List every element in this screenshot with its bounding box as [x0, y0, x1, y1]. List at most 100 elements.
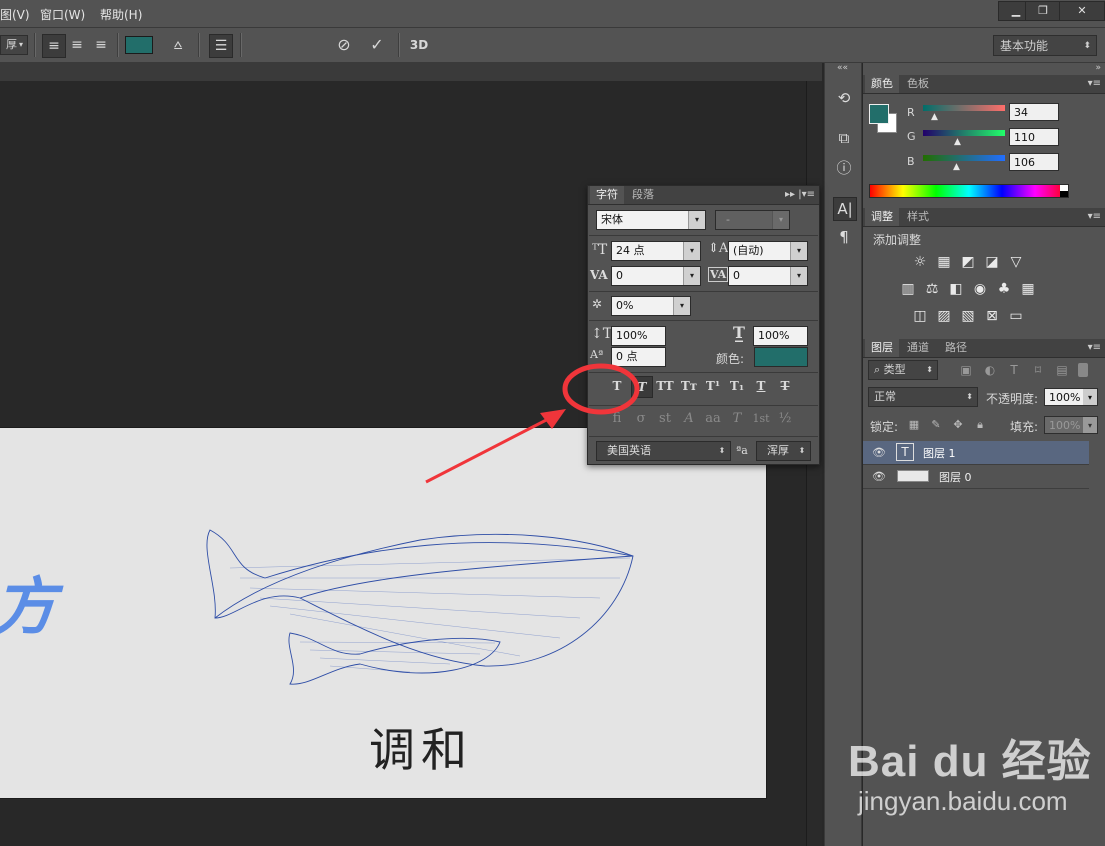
photo-filter-icon[interactable]: ◉ — [971, 280, 989, 298]
black-white-icon[interactable]: ◧ — [947, 280, 965, 298]
green-value-field[interactable]: 110 — [1009, 128, 1059, 146]
faux-bold-button[interactable]: T — [607, 376, 627, 396]
tab-paragraph[interactable]: 段落 — [626, 186, 660, 204]
stylistic-alternates-button[interactable]: st — [655, 409, 675, 429]
kerning-field[interactable]: 0 ▾ — [611, 266, 701, 286]
channel-mixer-icon[interactable]: ♣ — [995, 280, 1013, 298]
chevron-down-icon[interactable]: ▾ — [1083, 417, 1097, 433]
stylistic-set-button[interactable]: T — [727, 409, 747, 429]
history-icon[interactable]: ⟲ — [833, 87, 855, 109]
panel-menu-icon[interactable]: ▾≡ — [1088, 339, 1101, 357]
blue-value-field[interactable]: 106 — [1009, 153, 1059, 171]
swash-button[interactable]: A — [679, 409, 699, 429]
green-slider[interactable] — [923, 130, 1005, 136]
lock-move-icon[interactable]: ✥ — [949, 416, 967, 434]
menu-item-window[interactable]: 窗口(W) — [40, 6, 85, 23]
filter-toggle[interactable] — [1078, 363, 1088, 377]
threshold-icon[interactable]: ▧ — [959, 307, 977, 325]
vibrance-icon[interactable]: ▽ — [1007, 253, 1025, 271]
antialias-select[interactable]: 浑厚 ⬍ — [756, 441, 811, 461]
color-lookup-icon[interactable]: ▦ — [1019, 280, 1037, 298]
panel-menu-icon[interactable]: |▾≡ — [798, 186, 815, 204]
invert-icon[interactable]: ◫ — [911, 307, 929, 325]
small-caps-button[interactable]: Tт — [679, 376, 699, 396]
lock-brush-icon[interactable]: ✎ — [927, 416, 945, 434]
filter-adjust-icon[interactable]: ◐ — [981, 361, 999, 379]
expand-arrows-icon[interactable]: » — [1095, 63, 1101, 73]
align-left-icon[interactable]: ≡ — [42, 34, 66, 58]
brightness-icon[interactable]: ☼ — [911, 253, 929, 271]
exposure-icon[interactable]: ◪ — [983, 253, 1001, 271]
tab-layers[interactable]: 图层 — [865, 339, 899, 357]
restore-button[interactable]: ❐ — [1025, 1, 1061, 21]
toggle-character-panel-icon[interactable]: ☰ — [209, 34, 233, 58]
align-center-icon[interactable]: ≡ — [66, 34, 88, 56]
tab-paths[interactable]: 路径 — [939, 339, 973, 357]
blue-slider-thumb[interactable]: ▲ — [953, 162, 960, 172]
tracking-field[interactable]: 0 ▾ — [728, 266, 808, 286]
layer-row[interactable]: 👁︎ T 图层 1 — [863, 441, 1089, 465]
font-style-select[interactable]: 厚 ▾ — [0, 35, 28, 55]
layer-row[interactable]: 👁︎ 图层 0 — [863, 465, 1089, 489]
warp-text-icon[interactable]: ⩟ — [167, 34, 189, 56]
all-caps-button[interactable]: TT — [655, 376, 675, 396]
leading-field[interactable]: (自动) ▾ — [728, 241, 808, 261]
document-canvas[interactable]: 方 调和 — [0, 428, 766, 798]
selective-color-icon[interactable]: ⊠ — [983, 307, 1001, 325]
collapse-arrows-icon[interactable]: ▸▸ — [785, 186, 795, 204]
gradient-map-icon[interactable]: ▭ — [1007, 307, 1025, 325]
posterize-icon[interactable]: ▨ — [935, 307, 953, 325]
blend-mode-select[interactable]: 正常 ⬍ — [868, 387, 978, 407]
panel-menu-icon[interactable]: ▾≡ — [1088, 208, 1101, 226]
tsume-field[interactable]: 0% ▾ — [611, 296, 691, 316]
cancel-icon[interactable]: ⊘ — [333, 34, 355, 56]
close-button[interactable]: ✕ — [1059, 1, 1105, 21]
tab-channels[interactable]: 通道 — [901, 339, 935, 357]
tab-styles[interactable]: 样式 — [901, 208, 935, 226]
menu-item-view[interactable]: 图(V) — [0, 6, 30, 23]
paragraph-icon[interactable]: ¶ — [833, 226, 855, 248]
curves-icon[interactable]: ◩ — [959, 253, 977, 271]
tab-character[interactable]: 字符 — [590, 186, 624, 204]
filter-type-icon[interactable]: T — [1005, 361, 1023, 379]
superscript-button[interactable]: T¹ — [703, 376, 723, 396]
red-slider-thumb[interactable]: ▲ — [931, 112, 938, 122]
lock-transparent-icon[interactable]: ▦ — [905, 416, 923, 434]
character-panel-icon[interactable]: A| — [833, 197, 857, 221]
align-right-icon[interactable]: ≡ — [90, 34, 112, 56]
horizontal-scale-field[interactable]: 100% — [753, 326, 808, 346]
panel-menu-icon[interactable]: ▾≡ — [1088, 75, 1101, 93]
3d-button[interactable]: 3D — [406, 34, 432, 56]
underline-button[interactable]: T — [751, 376, 771, 396]
menu-item-help[interactable]: 帮助(H) — [100, 6, 142, 23]
language-select[interactable]: 美国英语 ⬍ — [596, 441, 731, 461]
opacity-field[interactable]: 100% ▾ — [1044, 388, 1098, 406]
layer-name[interactable]: 图层 1 — [923, 445, 956, 461]
strikethrough-button[interactable]: T — [775, 376, 795, 396]
layer-filter-select[interactable]: ⌕ 类型 ⬍ — [868, 360, 938, 380]
titling-alternates-button[interactable]: aa — [703, 409, 723, 429]
subscript-button[interactable]: T₁ — [727, 376, 747, 396]
foreground-color-swatch[interactable] — [869, 104, 889, 124]
text-color-swatch[interactable] — [125, 36, 153, 54]
levels-icon[interactable]: ▦ — [935, 253, 953, 271]
tab-adjustments[interactable]: 调整 — [865, 208, 899, 226]
red-value-field[interactable]: 34 — [1009, 103, 1059, 121]
faux-italic-button[interactable]: T — [631, 376, 653, 398]
hue-saturation-icon[interactable]: ▥ — [899, 280, 917, 298]
tab-color[interactable]: 颜色 — [865, 75, 899, 93]
text-color-swatch[interactable] — [754, 347, 808, 367]
ordinals-button[interactable]: 1st — [751, 409, 771, 429]
canvas-main-text[interactable]: 调和 — [369, 714, 473, 780]
filter-shape-icon[interactable]: ⌑ — [1029, 361, 1047, 379]
font-size-field[interactable]: 24 点 ▾ — [611, 241, 701, 261]
commit-check-icon[interactable]: ✓ — [366, 34, 388, 56]
discretionary-ligature-button[interactable]: σ — [631, 409, 651, 429]
tab-swatches[interactable]: 色板 — [901, 75, 935, 93]
baseline-shift-field[interactable]: 0 点 — [611, 347, 666, 367]
info-icon[interactable]: ⓘ — [833, 157, 855, 179]
layer-name[interactable]: 图层 0 — [939, 469, 972, 485]
vertical-scale-field[interactable]: 100% — [611, 326, 666, 346]
fill-field[interactable]: 100% ▾ — [1044, 416, 1098, 434]
workspace-select[interactable]: 基本功能 ⬍ — [993, 35, 1097, 56]
